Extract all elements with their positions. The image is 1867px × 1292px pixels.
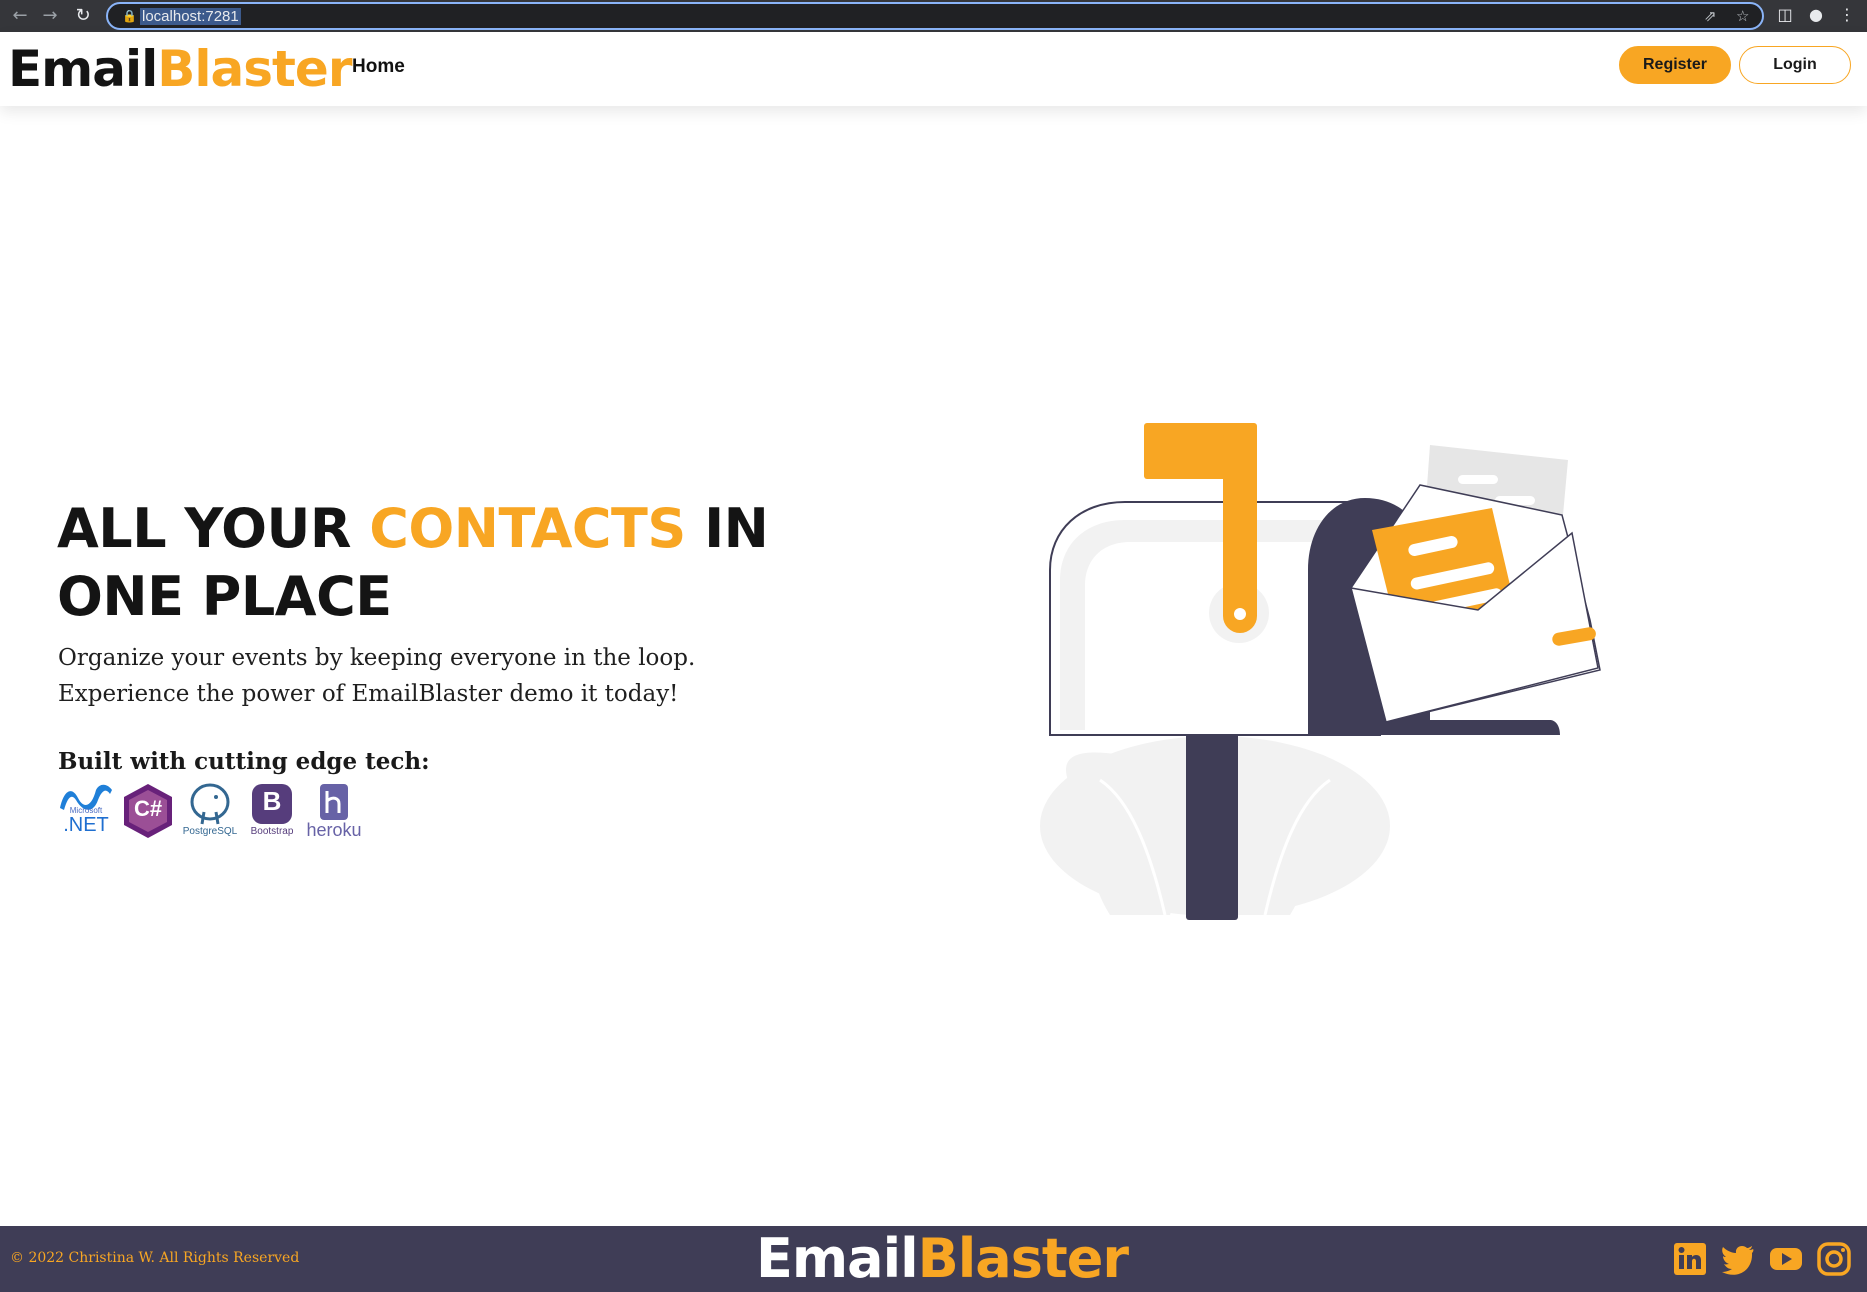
hero-title-part1: ALL YOUR bbox=[57, 497, 370, 560]
bootstrap-caption: Bootstrap bbox=[250, 826, 294, 837]
reload-icon[interactable]: ↻ bbox=[71, 4, 95, 28]
hero-title: ALL YOUR CONTACTS IN ONE PLACE bbox=[57, 495, 797, 631]
bootstrap-logo: B Bootstrap bbox=[244, 782, 300, 840]
login-button[interactable]: Login bbox=[1739, 46, 1851, 84]
brand-logo[interactable]: EmailBlaster bbox=[8, 40, 353, 98]
csharp-logo: C# bbox=[120, 782, 176, 840]
register-button[interactable]: Register bbox=[1619, 46, 1731, 84]
linkedin-icon[interactable] bbox=[1673, 1242, 1707, 1276]
site-navbar: EmailBlaster Home Register Login bbox=[0, 32, 1867, 106]
menu-kebab-icon[interactable]: ⋮ bbox=[1836, 4, 1858, 26]
site-footer: © 2022 Christina W. All Rights Reserved … bbox=[0, 1226, 1867, 1292]
twitter-icon[interactable] bbox=[1721, 1242, 1755, 1276]
bootstrap-letter: B bbox=[262, 786, 282, 816]
back-arrow-icon[interactable]: ← bbox=[8, 4, 32, 28]
browser-toolbar: ← → ↻ 🔒 localhost:7281 ⇗ ☆ ◫ ● ⋮ bbox=[0, 0, 1867, 32]
instagram-icon[interactable] bbox=[1817, 1242, 1851, 1276]
footer-brand-logo[interactable]: EmailBlaster bbox=[756, 1227, 1129, 1290]
lock-icon[interactable]: 🔒 bbox=[122, 9, 137, 23]
postgresql-caption: PostgreSQL bbox=[182, 826, 238, 837]
dotnet-logo: Microsoft .NET bbox=[58, 782, 114, 840]
tech-heading: Built with cutting edge tech: bbox=[58, 748, 430, 775]
heroku-caption: heroku bbox=[306, 820, 362, 840]
brand-logo-part2: Blaster bbox=[157, 40, 352, 98]
csharp-caption: C# bbox=[133, 796, 163, 821]
url-text[interactable]: localhost:7281 bbox=[140, 8, 241, 25]
mailbox-illustration bbox=[1040, 423, 1601, 920]
heroku-icon bbox=[320, 784, 348, 820]
copyright-text: © 2022 Christina W. All Rights Reserved bbox=[10, 1250, 300, 1266]
profile-icon[interactable]: ● bbox=[1805, 4, 1827, 26]
footer-brand-part2: Blaster bbox=[917, 1227, 1129, 1290]
hero-title-accent: CONTACTS bbox=[369, 497, 686, 560]
mailbox-post bbox=[1186, 730, 1238, 920]
brand-logo-part1: Email bbox=[8, 40, 158, 98]
dotnet-caption: .NET bbox=[63, 814, 109, 836]
address-bar[interactable]: 🔒 localhost:7281 ⇗ ☆ bbox=[106, 2, 1764, 30]
share-icon[interactable]: ⇗ bbox=[1704, 7, 1717, 25]
forward-arrow-icon[interactable]: → bbox=[38, 4, 62, 28]
star-icon[interactable]: ☆ bbox=[1736, 7, 1749, 25]
heroku-logo: heroku bbox=[306, 782, 362, 840]
side-panel-icon[interactable]: ◫ bbox=[1774, 4, 1796, 26]
footer-brand-part1: Email bbox=[756, 1227, 919, 1290]
youtube-icon[interactable] bbox=[1769, 1242, 1803, 1276]
postgresql-elephant-icon bbox=[190, 783, 230, 825]
hero-subtitle: Organize your events by keeping everyone… bbox=[58, 645, 696, 707]
nav-home-link[interactable]: Home bbox=[352, 56, 405, 78]
postgresql-logo: PostgreSQL bbox=[182, 782, 238, 840]
